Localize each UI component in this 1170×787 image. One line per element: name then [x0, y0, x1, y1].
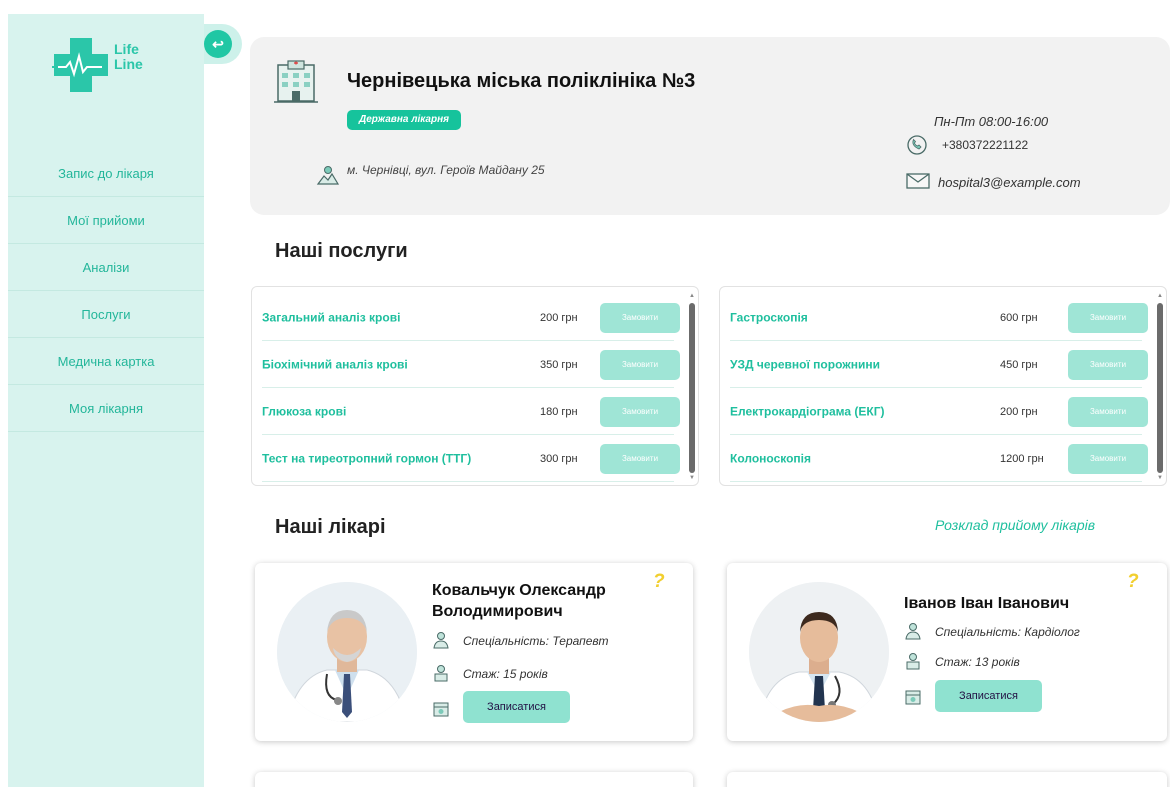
doctor-photo — [277, 582, 417, 722]
service-row: Колоноскопія 1200 грн Замовити — [730, 436, 1148, 482]
calendar-doctor-icon — [905, 690, 921, 705]
doctor-experience: Стаж: 15 років — [463, 667, 548, 681]
service-row: Загальний аналіз крові 200 грн Замовити — [262, 295, 680, 341]
phone-icon — [907, 135, 927, 155]
sidebar-item-my-visits[interactable]: Мої прийоми — [8, 197, 204, 244]
hospital-phone[interactable]: +380372221122 — [942, 138, 1028, 152]
services-list-right: Гастроскопія 600 грн Замовити УЗД черевн… — [719, 286, 1167, 486]
doctor-name: Ковальчук Олександр Володимирович — [432, 582, 606, 620]
service-row: Тест на тиреотропний гормон (ТТГ) 300 гр… — [262, 436, 680, 482]
service-name: Колоноскопія — [730, 451, 812, 465]
help-icon[interactable]: ? — [653, 571, 665, 593]
logo[interactable]: Life Line — [52, 34, 162, 106]
logo-text: Life Line — [114, 42, 143, 72]
service-price: 200 грн — [540, 311, 578, 324]
scrollbar-thumb[interactable] — [689, 303, 695, 473]
doctor-specialty: Спеціальність: Терапевт — [463, 634, 609, 648]
experience-icon — [906, 653, 920, 670]
doctors-title: Наші лікарі — [275, 516, 386, 538]
sidebar-nav: Запис до лікаря Мої прийоми Аналізи Посл… — [8, 150, 204, 432]
services-title: Наші послуги — [275, 240, 408, 262]
scrollbar-thumb[interactable] — [1157, 303, 1163, 473]
help-icon[interactable]: ? — [1127, 571, 1139, 593]
medical-cross-logo-icon — [52, 38, 108, 92]
services-right-scrollbar[interactable]: ▲ ▼ — [1156, 293, 1164, 481]
service-price: 1200 грн — [1000, 452, 1044, 465]
service-price: 350 грн — [540, 358, 578, 371]
order-service-button[interactable]: Замовити — [1068, 349, 1148, 380]
service-name: Загальний аналіз крові — [262, 310, 401, 324]
service-name: Електрокардіограма (ЕКГ) — [730, 404, 885, 418]
experience-icon — [434, 665, 448, 682]
page: Life Line Запис до лікаря Мої прийоми Ан… — [0, 0, 1170, 787]
service-price: 450 грн — [1000, 358, 1038, 371]
doctor-card-partial — [727, 772, 1167, 787]
logo-line1: Life — [114, 41, 139, 57]
doctor-avatar-icon — [749, 582, 889, 722]
service-row: Гастроскопія 600 грн Замовити — [730, 295, 1148, 341]
service-price: 600 грн — [1000, 311, 1038, 324]
service-row: Глюкоза крові 180 грн Замовити — [262, 389, 680, 435]
calendar-doctor-icon — [433, 702, 449, 717]
collapse-sidebar-button[interactable]: ↩ — [204, 30, 232, 58]
hospital-name: Чернівецька міська поліклініка №3 — [347, 70, 696, 92]
sidebar-item-tests[interactable]: Аналізи — [8, 244, 204, 291]
hospital-address: м. Чернівці, вул. Героїв Майдану 25 — [347, 163, 545, 177]
book-doctor-button[interactable]: Записатися — [935, 680, 1042, 712]
doctor-specialty: Спеціальність: Кардіолог — [935, 625, 1080, 639]
doctor-schedule-link[interactable]: Розклад прийому лікарів — [935, 517, 1095, 533]
order-service-button[interactable]: Замовити — [600, 349, 680, 380]
doctor-experience: Стаж: 13 років — [935, 655, 1020, 669]
service-name: УЗД черевної порожнини — [730, 357, 881, 371]
service-price: 200 грн — [1000, 405, 1038, 418]
doctor-name: Іванов Іван Іванович — [904, 595, 1070, 612]
service-name: Гастроскопія — [730, 310, 808, 324]
scroll-up-icon[interactable]: ▲ — [688, 293, 696, 299]
order-service-button[interactable]: Замовити — [1068, 443, 1148, 474]
hospital-building-icon — [274, 60, 318, 103]
logo-line2: Line — [114, 56, 143, 72]
return-arrow-icon: ↩ — [212, 35, 224, 52]
doctor-photo — [749, 582, 889, 722]
specialty-icon — [433, 632, 449, 649]
specialty-icon — [905, 623, 921, 640]
order-service-button[interactable]: Замовити — [1068, 302, 1148, 333]
service-row: Біохімічний аналіз крові 350 грн Замовит… — [262, 342, 680, 388]
sidebar-item-services[interactable]: Послуги — [8, 291, 204, 338]
mail-icon — [906, 173, 930, 189]
service-row: УЗД черевної порожнини 450 грн Замовити — [730, 342, 1148, 388]
services-list-left: Загальний аналіз крові 200 грн Замовити … — [251, 286, 699, 486]
sidebar-item-medical-card[interactable]: Медична картка — [8, 338, 204, 385]
doctor-card: Іванов Іван Іванович ? Спеціальність: Ка… — [727, 563, 1167, 741]
working-hours: Пн-Пт 08:00-16:00 — [934, 114, 1049, 129]
service-price: 180 грн — [540, 405, 578, 418]
service-name: Біохімічний аналіз крові — [262, 357, 408, 371]
order-service-button[interactable]: Замовити — [600, 443, 680, 474]
book-doctor-button[interactable]: Записатися — [463, 691, 570, 723]
sidebar-item-my-hospital[interactable]: Моя лікарня — [8, 385, 204, 432]
location-icon — [316, 166, 340, 185]
sidebar: Life Line Запис до лікаря Мої прийоми Ан… — [8, 14, 204, 787]
doctor-avatar-icon — [277, 582, 417, 722]
hospital-type-badge: Державна лікарня — [347, 110, 462, 130]
sidebar-item-appointment[interactable]: Запис до лікаря — [8, 150, 204, 197]
order-service-button[interactable]: Замовити — [1068, 396, 1148, 427]
services-left-scrollbar[interactable]: ▲ ▼ — [688, 293, 696, 481]
service-name: Глюкоза крові — [262, 404, 347, 418]
scroll-up-icon[interactable]: ▲ — [1156, 293, 1164, 299]
service-price: 300 грн — [540, 452, 578, 465]
order-service-button[interactable]: Замовити — [600, 302, 680, 333]
scroll-down-icon[interactable]: ▼ — [1156, 475, 1164, 481]
service-name: Тест на тиреотропний гормон (ТТГ) — [262, 451, 472, 465]
order-service-button[interactable]: Замовити — [600, 396, 680, 427]
service-row: Електрокардіограма (ЕКГ) 200 грн Замовит… — [730, 389, 1148, 435]
doctor-card-partial — [255, 772, 693, 787]
hospital-email[interactable]: hospital3@example.com — [938, 175, 1081, 190]
scroll-down-icon[interactable]: ▼ — [688, 475, 696, 481]
doctor-card: Ковальчук Олександр Володимирович ? Спец… — [255, 563, 693, 741]
